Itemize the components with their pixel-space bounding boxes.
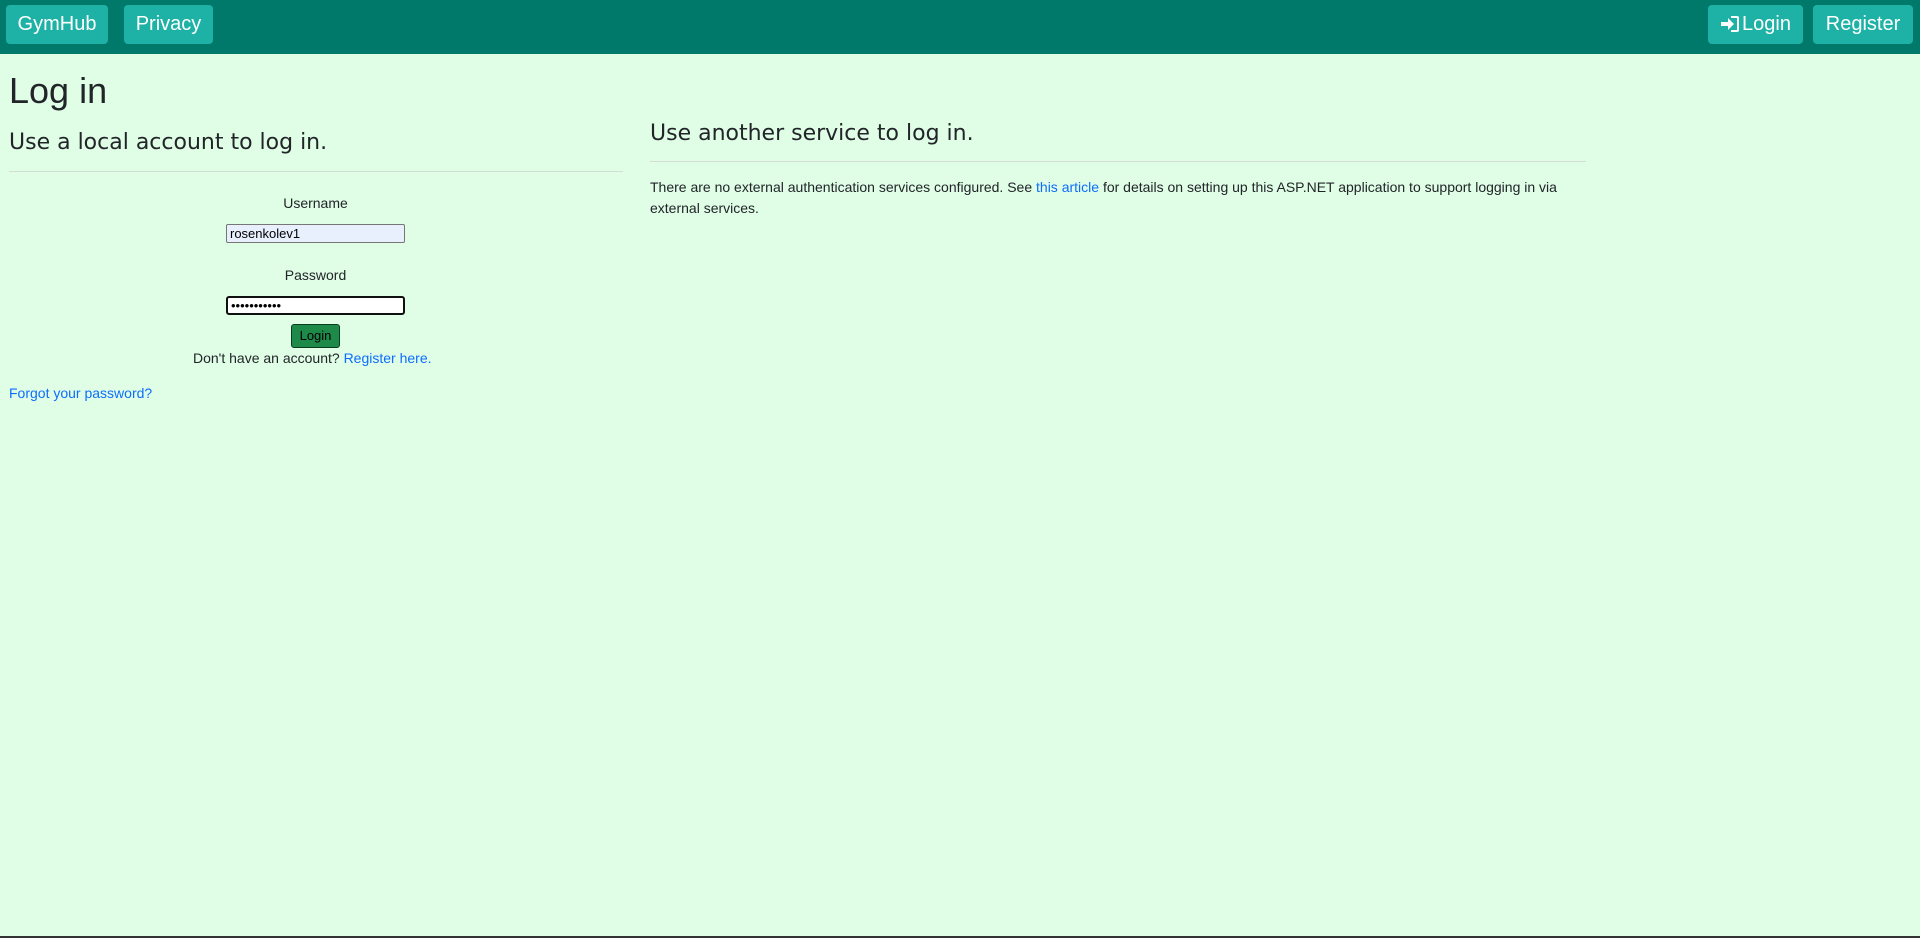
- register-nav-button[interactable]: Register: [1813, 5, 1913, 44]
- external-login-heading: Use another service to log in.: [650, 121, 974, 146]
- register-link[interactable]: Register here.: [344, 350, 432, 366]
- login-submit-button[interactable]: Login: [291, 324, 340, 348]
- login-nav-button[interactable]: Login: [1708, 5, 1803, 44]
- forgot-password-link[interactable]: Forgot your password?: [9, 385, 152, 401]
- sign-in-icon: [1720, 13, 1742, 35]
- password-input[interactable]: [226, 296, 405, 315]
- register-prompt: Don't have an account? Register here.: [193, 350, 432, 366]
- privacy-button[interactable]: Privacy: [124, 5, 213, 44]
- article-link[interactable]: this article: [1036, 179, 1099, 195]
- top-navbar: GymHub Privacy Login Register: [0, 0, 1920, 54]
- external-text-before: There are no external authentication ser…: [650, 179, 1033, 195]
- username-label: Username: [283, 195, 348, 211]
- username-input[interactable]: [226, 224, 405, 243]
- brand-button[interactable]: GymHub: [6, 5, 108, 44]
- external-info-text: There are no external authentication ser…: [650, 177, 1590, 219]
- local-divider: [9, 171, 623, 172]
- password-label: Password: [284, 267, 347, 283]
- login-nav-label: Login: [1742, 13, 1791, 35]
- page-title: Log in: [9, 70, 108, 111]
- external-divider: [650, 161, 1586, 162]
- no-account-text: Don't have an account?: [193, 350, 340, 366]
- local-login-heading: Use a local account to log in.: [9, 130, 328, 155]
